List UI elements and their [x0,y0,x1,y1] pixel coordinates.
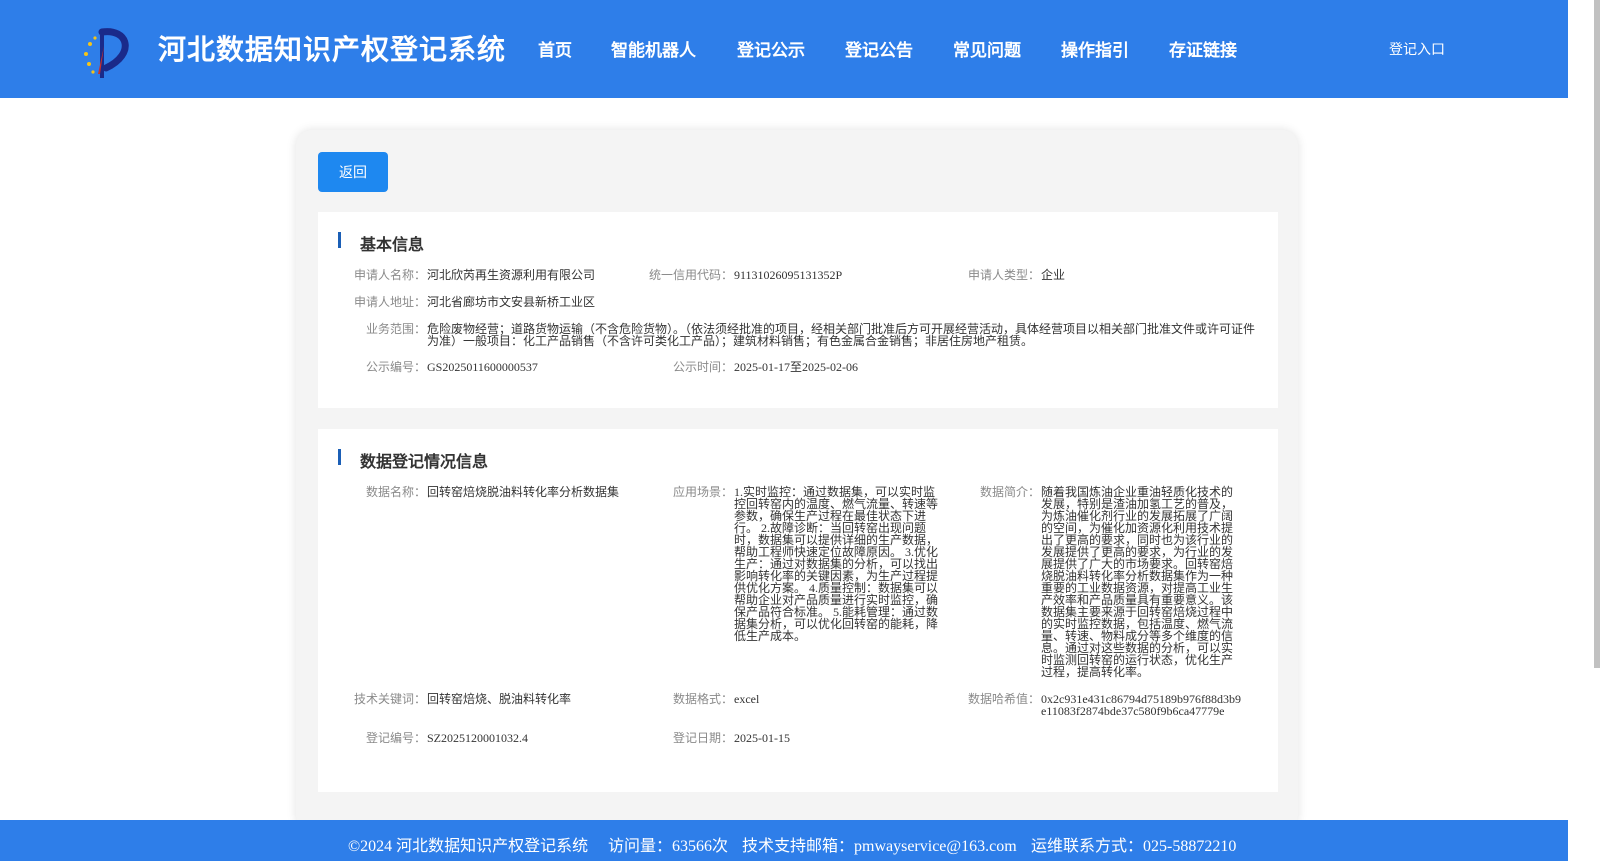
applicant-name-value: 河北欣芮再生资源利用有限公司 [427,268,596,282]
scenario-value: 1.实时监控：通过数据集，可以实时监控回转窑内的温度、燃气流量、转速等参数，确保… [734,485,939,643]
nav-evidence-link[interactable]: 存证链接 [1169,36,1237,61]
applicant-type-label: 申请人类型： [967,268,1040,282]
credit-code-value: 91131026095131352P [734,268,843,282]
section-marker [338,232,341,248]
nav-publicity[interactable]: 登记公示 [737,36,805,61]
footer-copyright: ©2024 河北数据知识产权登记系统 [348,838,589,855]
hash-value: 0x2c931e431c86794d75189b976f88d3b9e11083… [1041,692,1241,718]
section-marker [338,449,341,465]
nav-home[interactable]: 首页 [538,36,572,61]
basic-info-title: 基本信息 [360,235,425,254]
business-scope-value: 危险废物经营；道路货物运输（不含危险货物）。（依法须经批准的项目，经相关部门批准… [427,322,1256,348]
top-header: 河北数据知识产权登记系统 首页 智能机器人 登记公示 登记公告 常见问题 操作指… [0,0,1568,98]
nav-guide[interactable]: 操作指引 [1061,36,1129,61]
format-label: 数据格式： [672,692,733,706]
basic-info-card: 基本信息 申请人名称： 河北欣芮再生资源利用有限公司 统一信用代码： 91131… [318,212,1278,408]
footer-visits: 访问量：63566次 [608,838,729,855]
scenario-label: 应用场景： [672,485,733,499]
keywords-label: 技术关键词： [353,692,426,706]
footer-phone: 运维联系方式：025-58872210 [1031,838,1237,855]
nav-announcement[interactable]: 登记公告 [845,36,913,61]
business-scope-label: 业务范围： [365,322,426,336]
summary-label: 数据简介： [979,485,1040,499]
address-value: 河北省廊坊市文安县新桥工业区 [427,295,596,309]
keywords-value: 回转窑焙烧、脱油料转化率 [427,692,572,706]
address-label: 申请人地址： [353,295,426,309]
reg-number-label: 登记编号： [365,731,426,745]
applicant-name-label: 申请人名称： [353,268,426,282]
data-name-value: 回转窑焙烧脱油料转化率分析数据集 [427,485,620,499]
nav-faq[interactable]: 常见问题 [953,36,1021,61]
summary-value: 随着我国炼油企业重油轻质化技术的发展，特别是渣油加氢工艺的普及，为炼油催化剂行业… [1041,485,1234,679]
scrollbar-thumb[interactable] [1594,0,1600,668]
format-value: excel [734,692,760,706]
notice-time-label: 公示时间： [672,360,733,374]
data-info-card: 数据登记情况信息 数据名称： 回转窑焙烧脱油料转化率分析数据集 应用场景： 1.… [318,429,1278,792]
notice-time-value: 2025-01-17至2025-02-06 [734,360,858,374]
login-link[interactable]: 登记入口 [1389,39,1445,59]
footer-email: 技术支持邮箱：pmwayservice@163.com [742,838,1017,855]
data-info-title: 数据登记情况信息 [360,452,489,471]
hash-label: 数据哈希值： [967,692,1040,706]
back-button[interactable]: 返回 [318,152,388,192]
site-title: 河北数据知识产权登记系统 [158,33,507,66]
reg-date-value: 2025-01-15 [734,731,790,745]
notice-number-value: GS2025011600000537 [427,360,538,374]
reg-number-value: SZ2025120001032.4 [427,731,529,745]
reg-date-label: 登记日期： [672,731,733,745]
notice-number-label: 公示编号： [365,360,426,374]
logo-icon [84,28,129,78]
footer: ©2024 河北数据知识产权登记系统 访问量：63566次 技术支持邮箱：pmw… [0,820,1568,861]
credit-code-label: 统一信用代码： [648,268,733,282]
nav-robot[interactable]: 智能机器人 [611,36,696,61]
data-name-label: 数据名称： [365,485,426,499]
applicant-type-value: 企业 [1041,268,1066,282]
